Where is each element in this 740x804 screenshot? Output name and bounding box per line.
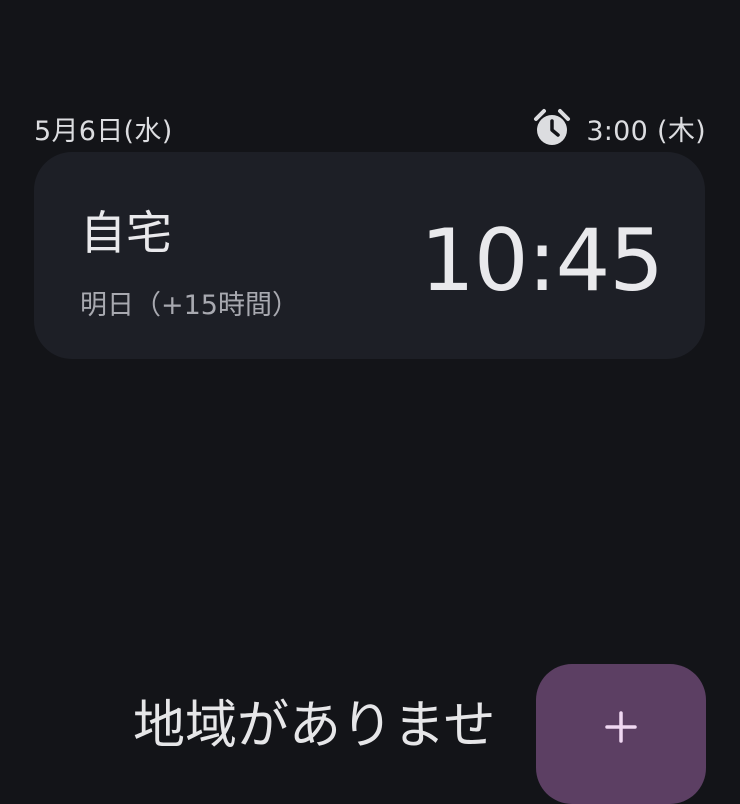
world-clock-card[interactable]: 自宅 明日（+15時間） 10:45 [34, 152, 705, 359]
next-alarm-time: 3:00 (木) [586, 115, 706, 147]
city-name: 自宅 [80, 206, 172, 260]
add-city-button[interactable] [536, 664, 706, 804]
city-time: 10:45 [420, 211, 664, 311]
top-bar: 5月6日(水) 3:00 (木) [34, 106, 706, 150]
next-alarm[interactable]: 3:00 (木) [530, 106, 706, 150]
city-time-offset: 明日（+15時間） [80, 290, 299, 321]
empty-state-message: 地域がありませ [133, 696, 496, 756]
plus-icon [604, 710, 638, 744]
alarm-clock-icon [530, 106, 574, 150]
current-date: 5月6日(水) [34, 115, 173, 147]
